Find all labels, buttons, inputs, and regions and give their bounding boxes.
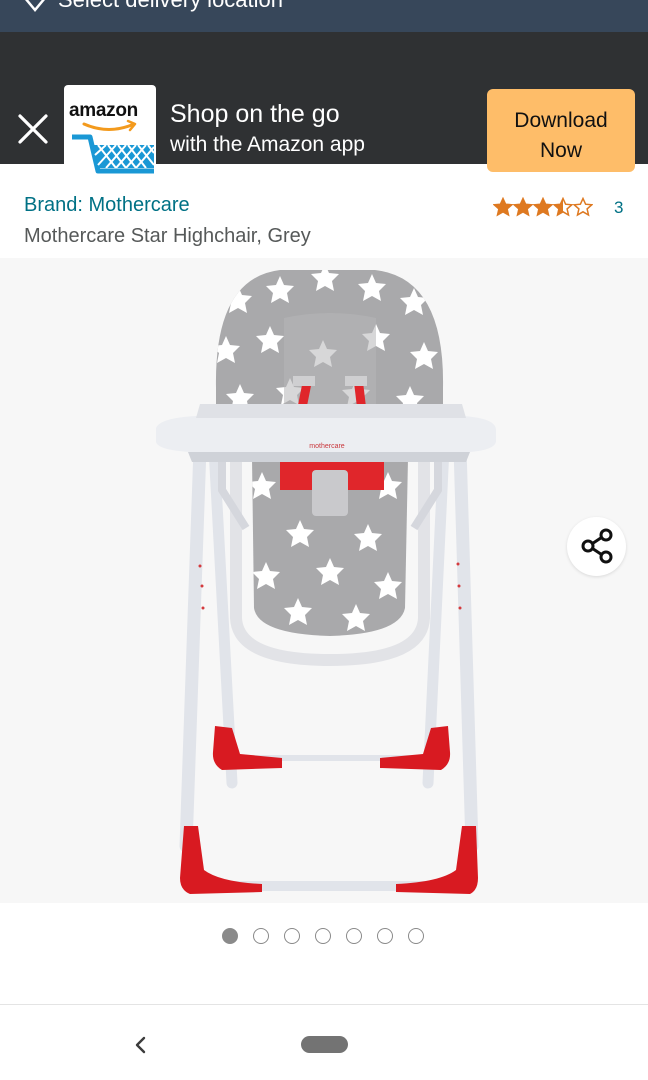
pagination-dot[interactable] (408, 928, 424, 944)
pagination-dot[interactable] (315, 928, 331, 944)
location-pin-icon (25, 0, 45, 12)
banner-title: Shop on the go (170, 100, 340, 128)
pagination-dot[interactable] (377, 928, 393, 944)
pagination-dot[interactable] (346, 928, 362, 944)
product-image-gallery[interactable]: mothercare (0, 258, 648, 903)
share-icon (581, 528, 613, 564)
pagination-dot[interactable] (253, 928, 269, 944)
download-label-line2: Now (539, 139, 582, 162)
close-icon[interactable] (14, 110, 52, 148)
star-full-icon (532, 197, 554, 217)
mothercare-tray-logo: mothercare (309, 443, 345, 450)
product-image[interactable]: mothercare (0, 258, 648, 903)
star-rating[interactable] (493, 197, 593, 217)
download-label-line1: Download (514, 109, 608, 132)
gallery-pagination (222, 928, 424, 944)
delivery-location-label: Select delivery location (58, 0, 283, 13)
amazon-shopping-cart-icon (72, 119, 155, 174)
share-button[interactable] (567, 517, 626, 576)
amazon-app-logo: amazon (64, 85, 156, 176)
back-chevron-icon[interactable] (130, 1034, 152, 1056)
product-title: Mothercare Star Highchair, Grey (24, 225, 311, 247)
delivery-location-bar[interactable]: Select delivery location (0, 0, 648, 32)
home-pill-icon[interactable] (301, 1036, 348, 1053)
star-full-icon (493, 197, 514, 217)
rating-count-link[interactable]: 3 (614, 198, 623, 218)
system-navigation-bar (0, 1004, 648, 1080)
star-full-icon (512, 197, 534, 217)
banner-subtitle: with the Amazon app (170, 133, 365, 156)
app-download-banner: amazon Shop on the go with the Amazon ap… (0, 32, 648, 176)
pagination-dot[interactable] (222, 928, 238, 944)
brand-link[interactable]: Brand: Mothercare (24, 194, 190, 217)
star-empty-icon (572, 197, 593, 217)
pagination-dot[interactable] (284, 928, 300, 944)
download-now-button[interactable]: Download Now (487, 89, 635, 172)
